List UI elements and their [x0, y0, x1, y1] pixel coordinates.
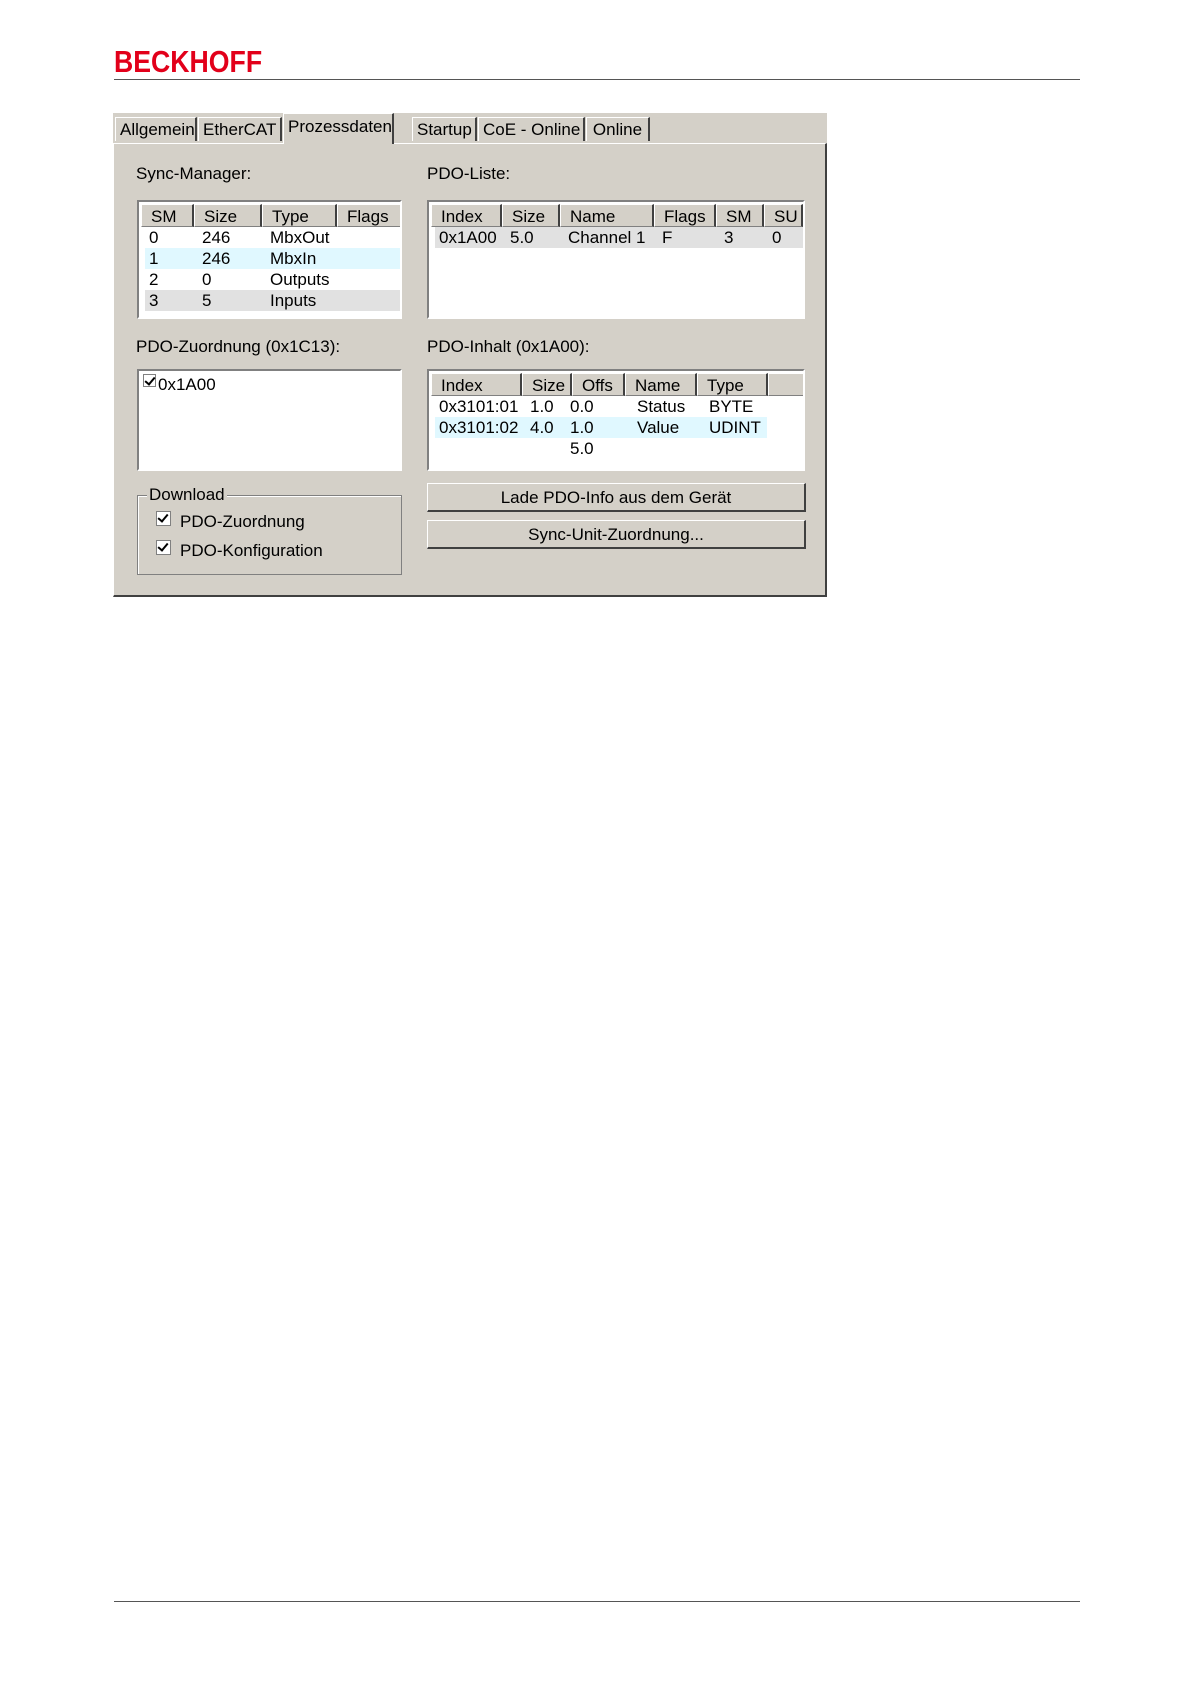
- column-header-sm[interactable]: SM: [716, 204, 764, 227]
- column-header-offs[interactable]: Offs: [572, 373, 625, 396]
- table-row[interactable]: 1 246 MbxIn: [145, 248, 400, 269]
- cell-type: MbxOut: [270, 228, 330, 247]
- cell-flags: [341, 227, 400, 248]
- tab-panel: Sync-Manager: SM Size Type Flags 0 246 M…: [113, 143, 827, 597]
- cell-sm: 0: [149, 228, 159, 247]
- beckhoff-logo: BECKHOFF: [114, 44, 263, 79]
- cell-size: 1.0: [530, 397, 554, 416]
- cell-sm: 3: [149, 291, 159, 310]
- table-row[interactable]: 2 0 Outputs: [145, 269, 400, 290]
- process-data-dialog: Allgemein EtherCAT Prozessdaten Startup …: [113, 113, 827, 597]
- table-row[interactable]: 3 5 Inputs: [145, 290, 400, 311]
- table-row[interactable]: 0x1A00 5.0 Channel 1 F 3 0: [435, 227, 803, 248]
- column-header-extra[interactable]: [768, 373, 803, 396]
- column-header-flags[interactable]: Flags: [654, 204, 716, 227]
- table-row[interactable]: 5.0: [435, 438, 767, 459]
- cell-sm: 2: [149, 270, 159, 289]
- cell-offs: 0.0: [570, 397, 594, 416]
- pdo-content-header: Index Size Offs Name Type: [431, 373, 803, 396]
- download-option-pdo-assignment[interactable]: PDO-Zuordnung: [156, 511, 305, 532]
- column-header-size[interactable]: Size: [502, 204, 560, 227]
- cell-type: BYTE: [709, 397, 754, 416]
- pdo-assignment-item-label: 0x1A00: [158, 375, 216, 394]
- column-header-index[interactable]: Index: [431, 373, 522, 396]
- cell-index: 0x3101:02: [439, 418, 519, 437]
- cell-flags: [341, 290, 400, 311]
- tab-online[interactable]: Online: [586, 117, 650, 141]
- column-header-flags[interactable]: Flags: [337, 204, 400, 227]
- cell-size: 246: [202, 228, 231, 247]
- cell-name: [633, 438, 705, 459]
- cell-type: UDINT: [709, 418, 761, 437]
- sync-unit-assignment-button[interactable]: Sync-Unit-Zuordnung...: [427, 520, 806, 549]
- download-group: [137, 495, 402, 575]
- table-row[interactable]: 0 246 MbxOut: [145, 227, 400, 248]
- table-row[interactable]: 0x3101:01 1.0 0.0 Status BYTE: [435, 396, 767, 417]
- pdo-content-list[interactable]: Index Size Offs Name Type 0x3101:01 1.0 …: [427, 369, 805, 471]
- column-header-size[interactable]: Size: [194, 204, 262, 227]
- column-header-size[interactable]: Size: [522, 373, 572, 396]
- cell-type: [705, 438, 767, 459]
- cell-size: 0: [202, 270, 212, 289]
- column-header-name[interactable]: Name: [560, 204, 654, 227]
- cell-flags: F: [662, 228, 673, 247]
- sync-manager-header: SM Size Type Flags: [141, 204, 400, 227]
- download-option-pdo-configuration[interactable]: PDO-Konfiguration: [156, 540, 323, 561]
- footer-rule: [114, 1601, 1080, 1602]
- pdo-assignment-list[interactable]: 0x1A00: [137, 369, 402, 471]
- load-pdo-info-button[interactable]: Lade PDO-Info aus dem Gerät: [427, 483, 806, 512]
- list-item[interactable]: 0x1A00: [143, 374, 216, 395]
- cell-size: 246: [202, 249, 231, 268]
- cell-sm: 3: [724, 228, 734, 247]
- tab-allgemein[interactable]: Allgemein: [115, 117, 197, 141]
- cell-size: 4.0: [530, 418, 554, 437]
- cell-offs: 5.0: [570, 439, 594, 458]
- cell-flags: [341, 269, 400, 290]
- pdo-content-label: PDO-Inhalt (0x1A00):: [427, 337, 590, 356]
- column-header-su[interactable]: SU: [764, 204, 803, 227]
- cell-index: 0x1A00: [439, 228, 497, 247]
- cell-type: Inputs: [270, 291, 317, 310]
- cell-flags: [341, 248, 400, 269]
- cell-name: Value: [637, 418, 680, 437]
- column-header-name[interactable]: Name: [625, 373, 697, 396]
- tab-coe-online[interactable]: CoE - Online: [478, 117, 585, 141]
- column-header-index[interactable]: Index: [431, 204, 502, 227]
- pdo-list[interactable]: Index Size Name Flags SM SU 0x1A00 5.0 C…: [427, 200, 805, 319]
- pdo-list-header: Index Size Name Flags SM SU: [431, 204, 803, 227]
- checkbox-icon[interactable]: [156, 511, 171, 526]
- pdo-list-label: PDO-Liste:: [427, 164, 511, 183]
- download-option-label: PDO-Zuordnung: [180, 512, 305, 531]
- header-rule: [114, 79, 1080, 80]
- cell-name: Status: [637, 397, 686, 416]
- cell-type: MbxIn: [270, 249, 317, 268]
- tab-prozessdaten[interactable]: Prozessdaten: [283, 113, 394, 144]
- tab-startup[interactable]: Startup: [412, 117, 477, 141]
- column-header-type[interactable]: Type: [697, 373, 768, 396]
- download-option-label: PDO-Konfiguration: [180, 541, 323, 560]
- column-header-type[interactable]: Type: [262, 204, 337, 227]
- checkbox-icon[interactable]: [156, 540, 171, 555]
- download-group-label: Download: [147, 485, 227, 505]
- cell-index: 0x3101:01: [439, 397, 519, 416]
- cell-name: Channel 1: [568, 228, 646, 247]
- cell-su: 0: [772, 228, 782, 247]
- cell-sm: 1: [149, 249, 159, 268]
- column-header-sm[interactable]: SM: [141, 204, 194, 227]
- checkbox-icon[interactable]: [143, 374, 156, 387]
- table-row[interactable]: 0x3101:02 4.0 1.0 Value UDINT: [435, 417, 767, 438]
- tab-strip: Allgemein EtherCAT Prozessdaten Startup …: [113, 113, 827, 144]
- cell-index: [435, 438, 526, 459]
- sync-manager-label: Sync-Manager:: [136, 164, 252, 183]
- tab-ethercat[interactable]: EtherCAT: [198, 117, 282, 141]
- cell-offs: 1.0: [570, 418, 594, 437]
- cell-size: [526, 438, 566, 459]
- pdo-assignment-label: PDO-Zuordnung (0x1C13):: [136, 337, 341, 356]
- sync-manager-list[interactable]: SM Size Type Flags 0 246 MbxOut 1 246 Mb…: [137, 200, 402, 319]
- cell-size: 5: [202, 291, 212, 310]
- cell-size: 5.0: [510, 228, 534, 247]
- cell-type: Outputs: [270, 270, 330, 289]
